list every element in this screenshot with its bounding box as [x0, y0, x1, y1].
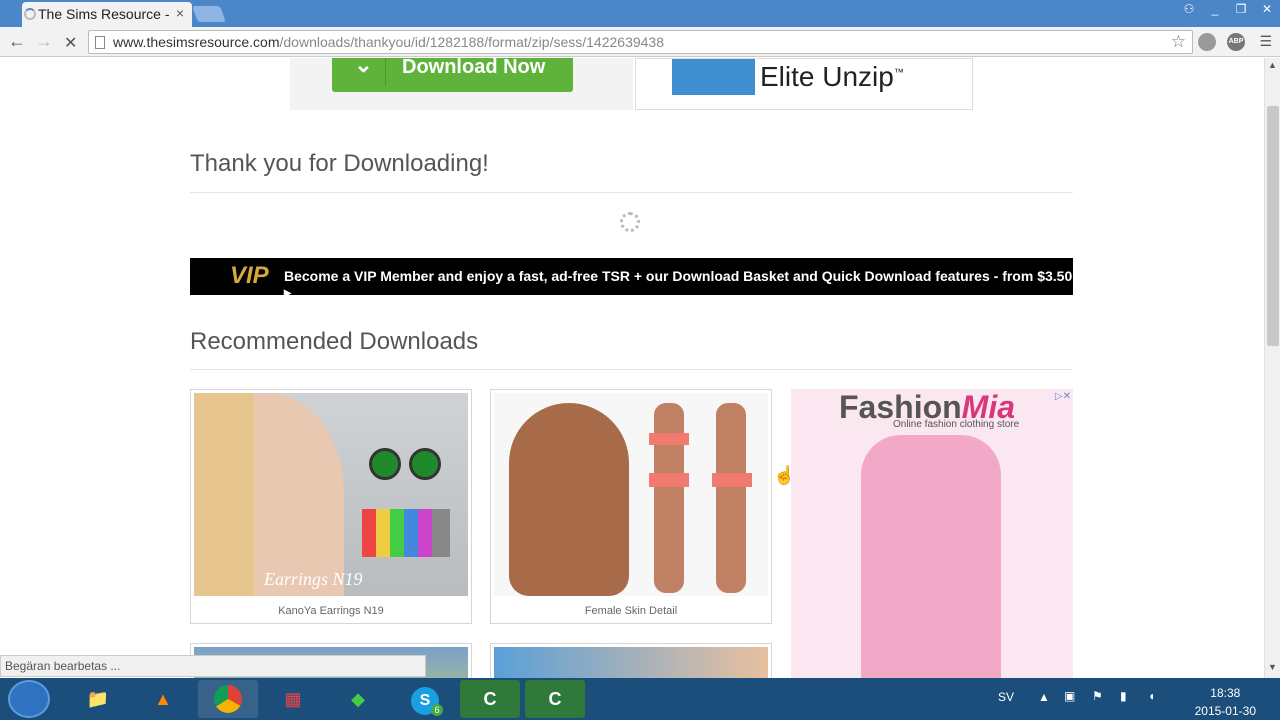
adchoices-icon[interactable]: ▷✕	[1055, 391, 1071, 402]
system-tray: SV ▲ ▣ ⚑ ▮ ◖ 18:38 2015-01-30	[980, 678, 1280, 720]
windows-taskbar: 📁 ▲ ▦ ◆ S 6 C C SV ▲ ▣ ⚑ ▮ ◖ 18:38 2015-…	[0, 678, 1280, 720]
scroll-down-icon[interactable]: ▼	[1268, 662, 1277, 672]
signal-icon[interactable]: ▮	[1120, 689, 1127, 703]
earrings-thumbnail: Earrings N19	[194, 393, 468, 596]
camtasia-icon[interactable]: C	[460, 680, 520, 718]
loading-spinner-icon	[24, 8, 36, 20]
flag-icon[interactable]: ⚑	[1092, 689, 1103, 703]
download-box: ⌄ Download Now	[290, 58, 633, 110]
window-controls: ⚇ _ ❐ ✕	[1176, 0, 1280, 20]
url-path: /downloads/thankyou/id/1282188/format/zi…	[279, 34, 665, 50]
minimize-button[interactable]: _	[1202, 0, 1228, 20]
tab-the-sims-resource[interactable]: The Sims Resource - ×	[22, 2, 192, 27]
arrow-right-icon: ▸	[284, 284, 292, 300]
card-caption[interactable]: KanoYa Earrings N19	[191, 605, 471, 617]
network-icon[interactable]: ▣	[1064, 689, 1075, 703]
forward-button[interactable]: →	[35, 31, 53, 52]
chrome-icon[interactable]	[198, 680, 258, 718]
zip-icon	[672, 59, 755, 95]
page-icon	[95, 36, 105, 49]
vip-text: Become a VIP Member and enjoy a fast, ad…	[284, 268, 1073, 284]
browser-toolbar: ← → ✕ www.thesimsresource.com/downloads/…	[0, 27, 1280, 57]
recommended-card[interactable]	[490, 643, 772, 678]
vlc-icon[interactable]: ▲	[133, 680, 193, 718]
recommended-card-skin[interactable]: Female Skin Detail	[490, 389, 772, 624]
elite-unzip-label: Elite Unzip™	[760, 61, 904, 92]
ad-tagline: Online fashion clothing store	[893, 419, 1020, 430]
divider	[190, 192, 1073, 193]
thank-you-heading: Thank you for Downloading!	[190, 150, 489, 177]
divider	[190, 369, 1073, 370]
chrome-menu-icon[interactable]: ☰	[1259, 33, 1272, 50]
apps-grid-icon[interactable]: ▦	[263, 680, 323, 718]
vip-banner[interactable]: VIP Become a VIP Member and enjoy a fast…	[190, 258, 1073, 300]
url-domain: www.thesimsresource.com	[113, 34, 280, 50]
vip-logo: VIP	[230, 262, 269, 289]
chevron-down-icon: ⌄	[342, 58, 386, 86]
page-scrollbar[interactable]: ▲ ▼	[1264, 58, 1280, 678]
camtasia-recorder-icon[interactable]: C	[525, 680, 585, 718]
scroll-up-icon[interactable]: ▲	[1268, 60, 1277, 70]
extension-icon[interactable]	[1198, 33, 1216, 51]
loading-spinner	[620, 212, 640, 232]
scroll-thumb[interactable]	[1267, 106, 1279, 346]
explorer-icon[interactable]: 📁	[68, 680, 128, 718]
clock-date: 2015-01-30	[1194, 704, 1256, 718]
web-page: ⌄ Download Now Elite Unzip™ Thank you fo…	[0, 58, 1264, 678]
tray-arrow-icon[interactable]: ▲	[1038, 690, 1050, 704]
start-button[interactable]	[8, 680, 50, 718]
earrings-overlay-text: Earrings N19	[264, 569, 363, 589]
status-bubble: Begäran bearbetas ...	[0, 655, 426, 677]
browser-titlebar: The Sims Resource - × ⚇ _ ❐ ✕	[0, 0, 1280, 27]
close-window-button[interactable]: ✕	[1254, 0, 1280, 20]
adblock-plus-icon[interactable]: ABP	[1227, 33, 1245, 51]
sims-icon[interactable]: ◆	[328, 680, 388, 718]
recommended-heading: Recommended Downloads	[190, 328, 479, 355]
fashion-mia-ad[interactable]: FashionMia Online fashion clothing store…	[791, 389, 1073, 678]
tab-title: The Sims Resource -	[38, 6, 170, 22]
recommended-card-earrings[interactable]: Earrings N19 KanoYa Earrings N19	[190, 389, 472, 624]
tab-close-icon[interactable]: ×	[176, 5, 184, 21]
skype-icon[interactable]: S 6	[395, 680, 455, 718]
hand-cursor-icon: ☝	[773, 465, 796, 485]
new-tab-button[interactable]	[192, 6, 226, 22]
back-button[interactable]: ←	[8, 31, 26, 52]
skype-badge: 6	[431, 704, 443, 716]
language-indicator[interactable]: SV	[998, 690, 1014, 704]
elite-unzip-ad[interactable]: Elite Unzip™	[635, 58, 973, 110]
user-icon[interactable]: ⚇	[1176, 0, 1202, 20]
volume-icon[interactable]: ◖	[1148, 689, 1155, 703]
stop-button[interactable]: ✕	[64, 33, 77, 53]
bookmark-star-icon[interactable]: ☆	[1171, 32, 1186, 52]
download-now-button[interactable]: ⌄ Download Now	[332, 58, 573, 92]
coat-image	[861, 435, 1001, 678]
clock-time: 18:38	[1210, 686, 1241, 700]
clock[interactable]: 18:38 2015-01-30	[1195, 684, 1256, 720]
card-caption[interactable]: Female Skin Detail	[491, 605, 771, 617]
skin-thumbnail	[494, 393, 768, 596]
download-now-label: Download Now	[402, 58, 546, 78]
address-bar[interactable]: www.thesimsresource.com/downloads/thanky…	[88, 30, 1193, 54]
restore-button[interactable]: ❐	[1228, 0, 1254, 20]
